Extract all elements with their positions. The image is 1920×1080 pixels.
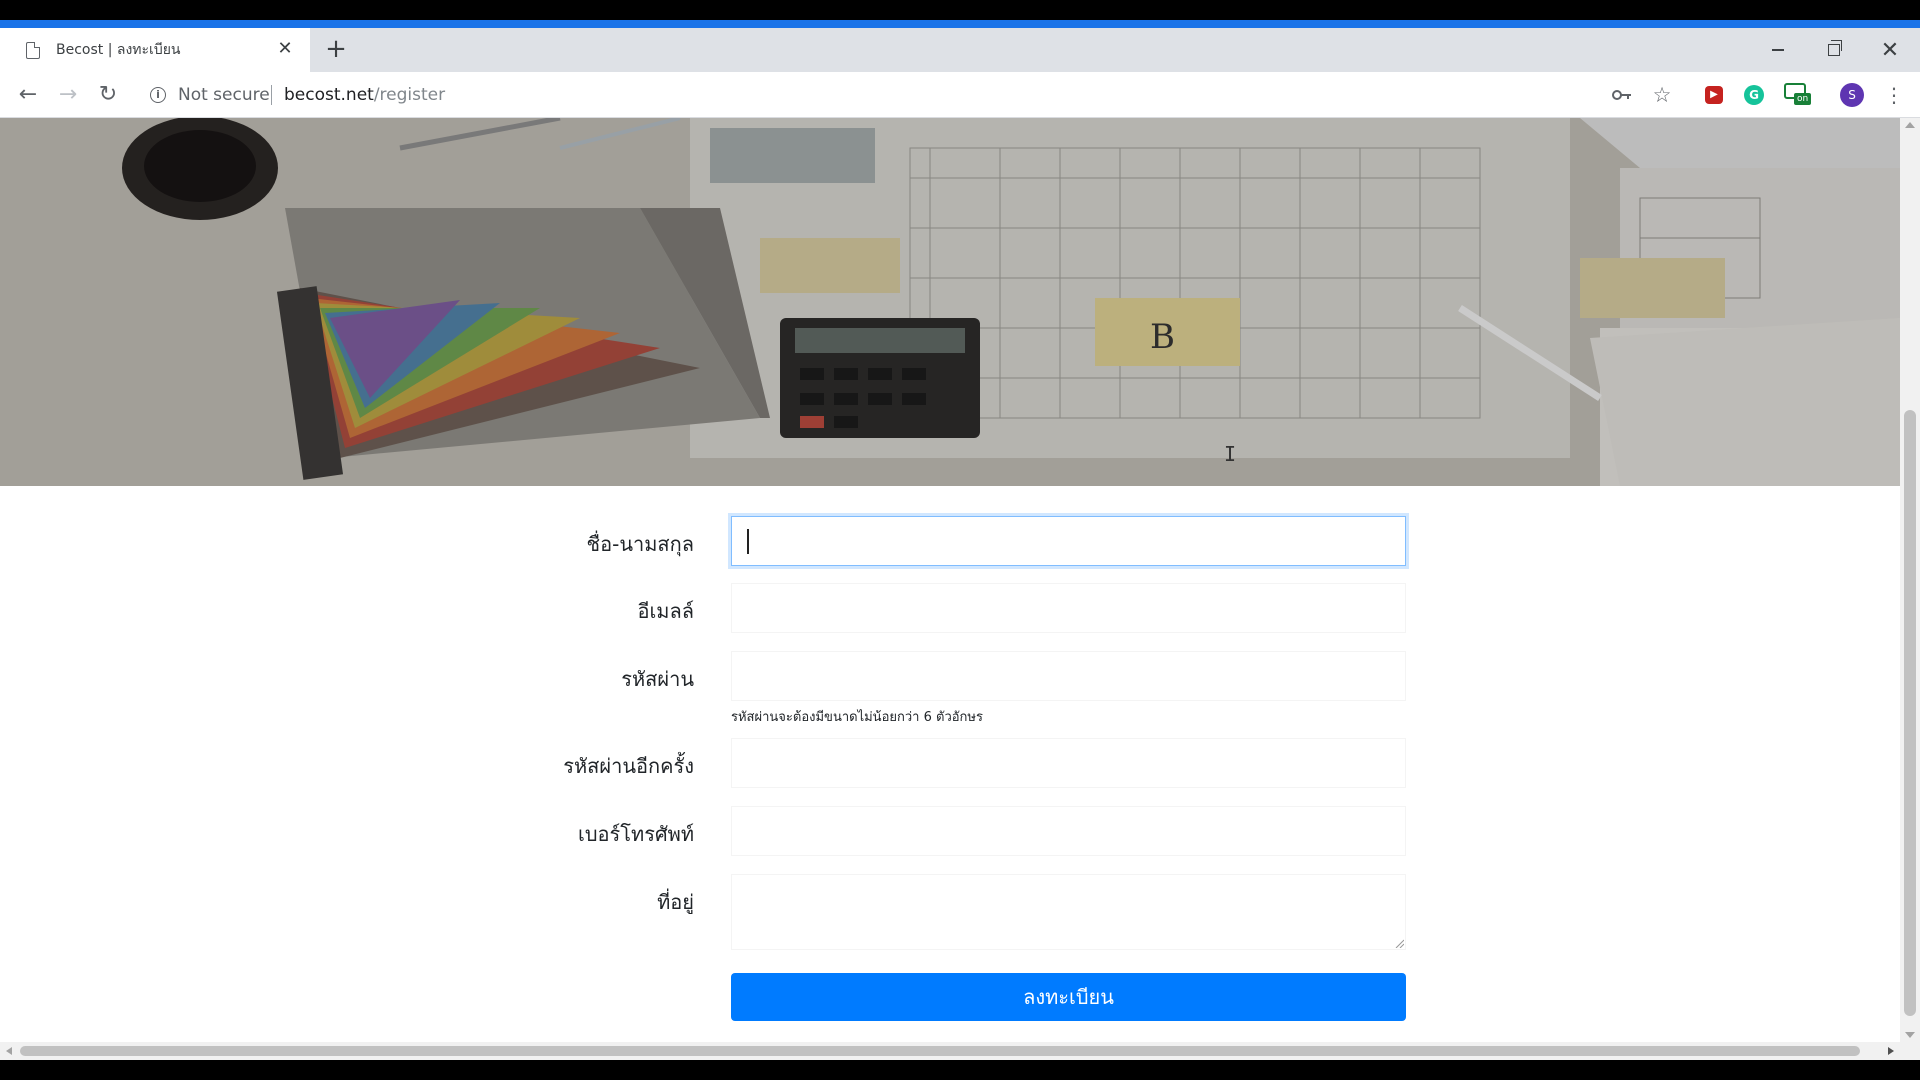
horizontal-scrollbar[interactable] [0, 1042, 1900, 1060]
restore-button[interactable] [1806, 28, 1862, 72]
kebab-menu-icon[interactable]: ⋮ [1882, 83, 1906, 107]
tab-strip: Becost | ลงทะเบียน ✕ + ✕ [0, 28, 1920, 72]
register-button[interactable]: ลงทะเบียน [731, 973, 1406, 1021]
info-icon[interactable]: i [150, 87, 166, 103]
tab-title: Becost | ลงทะเบียน [56, 42, 181, 58]
page-icon [26, 41, 40, 59]
key-icon[interactable] [1610, 83, 1634, 107]
phone-input[interactable] [731, 806, 1406, 856]
password-input[interactable] [731, 651, 1406, 701]
confirm-password-label: รหัสผ่านอีกครั้ง [563, 754, 694, 778]
extension-red-icon[interactable]: ▶ [1702, 83, 1726, 107]
text-cursor-icon: I [1224, 442, 1237, 466]
desk-illustration: B [0, 118, 1900, 486]
reload-button[interactable]: ↻ [94, 81, 122, 109]
close-tab-icon[interactable]: ✕ [274, 38, 296, 60]
minimize-button[interactable] [1750, 28, 1806, 72]
bookmark-star-icon[interactable]: ☆ [1650, 83, 1674, 107]
new-tab-button[interactable]: + [322, 36, 350, 64]
url-separator [271, 85, 272, 105]
scroll-down-arrow-icon[interactable] [1905, 1032, 1915, 1038]
url-domain: becost.net [284, 85, 374, 105]
page-viewport: B ชื่อ-นามสกุล อีเมลล์ รหัสผ่าน รหัสผ่าน… [0, 118, 1900, 1042]
text-caret [747, 529, 749, 554]
scroll-left-arrow-icon[interactable] [6, 1047, 12, 1055]
browser-tab[interactable]: Becost | ลงทะเบียน ✕ [0, 28, 310, 72]
vertical-scrollbar[interactable] [1900, 118, 1920, 1042]
email-label: อีเมลล์ [637, 599, 694, 623]
address-bar[interactable]: becost.net/register [284, 85, 445, 105]
extension-badge: on [1794, 93, 1812, 105]
close-window-button[interactable]: ✕ [1862, 28, 1918, 72]
url-path: /register [373, 85, 446, 105]
scrollbar-corner [1900, 1042, 1920, 1060]
screen: Becost | ลงทะเบียน ✕ + ✕ ← → ↻ i Not sec… [0, 0, 1920, 1080]
fullname-input[interactable] [731, 516, 1406, 566]
restore-icon [1828, 40, 1842, 56]
browser-toolbar: ← → ↻ i Not secure becost.net/register ☆… [0, 72, 1920, 118]
address-textarea[interactable] [731, 874, 1406, 950]
email-input[interactable] [731, 583, 1406, 633]
scroll-right-arrow-icon[interactable] [1888, 1047, 1894, 1055]
resize-grip-icon[interactable] [1394, 938, 1404, 948]
phone-label: เบอร์โทรศัพท์ [577, 822, 694, 846]
window-accent-bar [0, 20, 1920, 28]
security-label[interactable]: Not secure [178, 85, 270, 105]
back-button[interactable]: ← [14, 81, 42, 109]
profile-avatar[interactable]: S [1840, 83, 1864, 107]
minimize-icon [1772, 49, 1784, 51]
hero-banner-image: B [0, 118, 1900, 486]
fullname-label: ชื่อ-นามสกุล [586, 532, 694, 556]
password-help-text: รหัสผ่านจะต้องมีขนาดไม่น้อยกว่า 6 ตัวอัก… [731, 710, 983, 725]
password-label: รหัสผ่าน [621, 667, 694, 691]
horizontal-scroll-thumb[interactable] [20, 1046, 1860, 1056]
extension-camera-icon[interactable]: on [1784, 83, 1814, 107]
address-label: ที่อยู่ [657, 890, 694, 914]
scroll-up-arrow-icon[interactable] [1905, 122, 1915, 128]
forward-button[interactable]: → [54, 81, 82, 109]
confirm-password-input[interactable] [731, 738, 1406, 788]
vertical-scroll-thumb[interactable] [1904, 410, 1916, 1016]
grammarly-icon[interactable]: G [1742, 83, 1766, 107]
